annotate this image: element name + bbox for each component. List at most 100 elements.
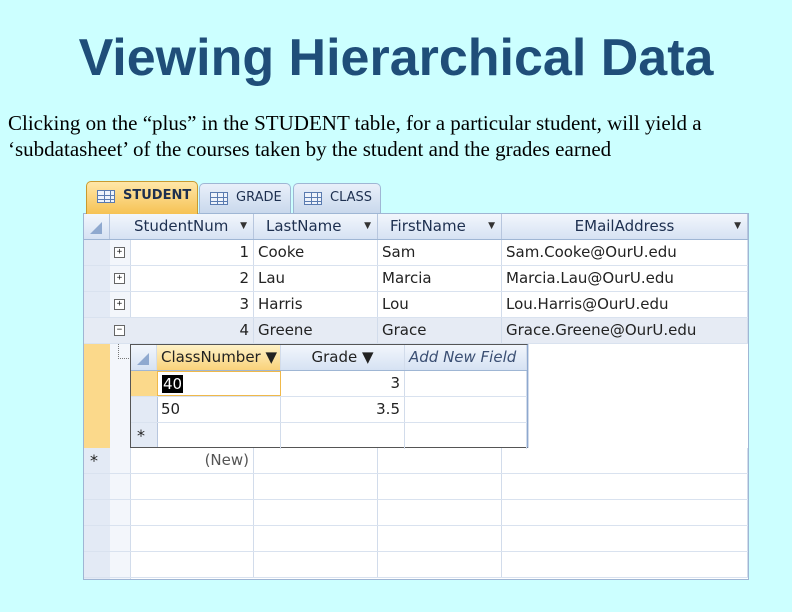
column-header-classnumber[interactable]: ClassNumber ▼ bbox=[157, 345, 281, 370]
expand-plus-icon[interactable]: + bbox=[114, 273, 125, 284]
cell-firstname[interactable]: Marcia bbox=[378, 266, 502, 291]
sub-select-all-button[interactable] bbox=[131, 345, 157, 370]
cell-studentnum[interactable]: 1 bbox=[130, 240, 254, 265]
column-label: FirstName bbox=[390, 217, 466, 235]
select-all-button[interactable] bbox=[84, 214, 110, 239]
cell-lastname[interactable]: Harris bbox=[254, 292, 378, 317]
table-row[interactable]: + 3 Harris Lou Lou.Harris@OurU.edu bbox=[84, 292, 748, 318]
cell-empty[interactable] bbox=[405, 397, 527, 422]
slide-title: Viewing Hierarchical Data bbox=[78, 29, 714, 87]
new-record-asterisk-icon: * bbox=[90, 451, 98, 470]
cell-lastname[interactable]: Greene bbox=[254, 318, 378, 343]
cell-empty bbox=[378, 552, 502, 577]
cell-grade[interactable]: 3 bbox=[281, 371, 405, 396]
sub-table-row[interactable]: 40 3 bbox=[131, 371, 527, 397]
table-icon bbox=[97, 190, 115, 203]
selected-text: 40 bbox=[162, 375, 184, 393]
cell-empty bbox=[502, 474, 748, 499]
column-label: EMailAddress bbox=[574, 217, 675, 235]
cell-empty[interactable] bbox=[157, 423, 281, 449]
cell-empty[interactable] bbox=[405, 423, 527, 449]
cell-email[interactable]: Lou.Harris@OurU.edu bbox=[502, 292, 748, 317]
tab-class[interactable]: CLASS bbox=[293, 183, 381, 213]
table-row[interactable]: + 1 Cooke Sam Sam.Cooke@OurU.edu bbox=[84, 240, 748, 266]
cell-studentnum[interactable]: 2 bbox=[130, 266, 254, 291]
cell-email[interactable]: Marcia.Lau@OurU.edu bbox=[502, 266, 748, 291]
cell-empty bbox=[378, 526, 502, 551]
column-header-email[interactable]: EMailAddress ▼ bbox=[502, 214, 748, 239]
cell-empty bbox=[130, 474, 254, 499]
dropdown-arrow-icon[interactable]: ▼ bbox=[240, 214, 247, 239]
student-datasheet: StudentNum ▼ LastName ▼ FirstName ▼ EMai… bbox=[83, 213, 749, 580]
table-icon bbox=[210, 192, 228, 205]
column-header-studentnum[interactable]: StudentNum ▼ bbox=[130, 214, 254, 239]
cell-classnumber[interactable]: 50 bbox=[157, 397, 281, 422]
cell-firstname[interactable]: Sam bbox=[378, 240, 502, 265]
empty-grid-row bbox=[84, 500, 748, 526]
column-label: Grade bbox=[311, 348, 358, 366]
cell-firstname[interactable]: Lou bbox=[378, 292, 502, 317]
empty-grid-row bbox=[84, 526, 748, 552]
sub-table-row[interactable]: 50 3.5 bbox=[131, 397, 527, 423]
cell-empty bbox=[130, 500, 254, 525]
cell-studentnum[interactable]: 4 bbox=[130, 318, 254, 343]
empty-grid-row bbox=[84, 552, 748, 578]
select-all-icon bbox=[90, 222, 102, 234]
column-label: StudentNum bbox=[134, 217, 229, 235]
cell-empty bbox=[378, 474, 502, 499]
slide-caption: Clicking on the “plus” in the STUDENT ta… bbox=[8, 111, 702, 161]
cell-lastname[interactable]: Cooke bbox=[254, 240, 378, 265]
cell-empty bbox=[130, 526, 254, 551]
cell-classnumber[interactable]: 40 bbox=[157, 371, 281, 396]
subdatasheet-area: ClassNumber ▼ Grade ▼ Add New Field 40 3… bbox=[118, 344, 748, 449]
cell-empty[interactable] bbox=[405, 371, 527, 396]
cell-empty bbox=[502, 500, 748, 525]
column-label: LastName bbox=[266, 217, 342, 235]
expand-plus-icon[interactable]: + bbox=[114, 247, 125, 258]
tab-label: STUDENT bbox=[123, 188, 192, 203]
collapse-minus-icon[interactable]: − bbox=[114, 325, 125, 336]
new-record-row[interactable]: * (New) bbox=[84, 448, 748, 474]
grade-subdatasheet: ClassNumber ▼ Grade ▼ Add New Field 40 3… bbox=[130, 344, 528, 449]
tab-label: GRADE bbox=[236, 190, 282, 205]
dropdown-arrow-icon[interactable]: ▼ bbox=[362, 348, 374, 366]
dropdown-arrow-icon[interactable]: ▼ bbox=[266, 348, 278, 366]
cell-empty[interactable] bbox=[378, 448, 502, 473]
empty-grid-row bbox=[84, 474, 748, 500]
cell-empty bbox=[130, 552, 254, 577]
cell-empty bbox=[502, 526, 748, 551]
new-record-asterisk-icon: * bbox=[137, 426, 145, 445]
column-header-lastname[interactable]: LastName ▼ bbox=[254, 214, 378, 239]
subdatasheet-blank-area bbox=[528, 344, 748, 448]
table-icon bbox=[304, 192, 322, 205]
tab-student[interactable]: STUDENT bbox=[86, 181, 198, 214]
cell-empty bbox=[254, 552, 378, 577]
cell-empty[interactable] bbox=[254, 448, 378, 473]
subdatasheet-header: ClassNumber ▼ Grade ▼ Add New Field bbox=[131, 345, 527, 371]
table-row-expanded[interactable]: − 4 Greene Grace Grace.Greene@OurU.edu bbox=[84, 318, 748, 344]
cell-new-studentnum[interactable]: (New) bbox=[130, 448, 254, 473]
tab-grade[interactable]: GRADE bbox=[199, 183, 291, 213]
cell-email[interactable]: Grace.Greene@OurU.edu bbox=[502, 318, 748, 343]
column-header-firstname[interactable]: FirstName ▼ bbox=[378, 214, 502, 239]
cell-email[interactable]: Sam.Cooke@OurU.edu bbox=[502, 240, 748, 265]
cell-firstname[interactable]: Grace bbox=[378, 318, 502, 343]
tab-label: CLASS bbox=[330, 190, 373, 205]
dropdown-arrow-icon[interactable]: ▼ bbox=[734, 214, 741, 239]
column-header-add-new-field[interactable]: Add New Field bbox=[405, 345, 527, 370]
dropdown-arrow-icon[interactable]: ▼ bbox=[364, 214, 371, 239]
dropdown-arrow-icon[interactable]: ▼ bbox=[488, 214, 495, 239]
column-label: ClassNumber bbox=[161, 348, 261, 366]
sub-new-record-row[interactable]: * bbox=[131, 423, 527, 449]
cell-grade[interactable]: 3.5 bbox=[281, 397, 405, 422]
cell-empty[interactable] bbox=[281, 423, 405, 449]
cell-empty bbox=[378, 500, 502, 525]
cell-empty bbox=[502, 552, 748, 577]
table-row[interactable]: + 2 Lau Marcia Marcia.Lau@OurU.edu bbox=[84, 266, 748, 292]
column-header-grade[interactable]: Grade ▼ bbox=[281, 345, 405, 370]
cell-lastname[interactable]: Lau bbox=[254, 266, 378, 291]
expand-plus-icon[interactable]: + bbox=[114, 299, 125, 310]
cell-empty[interactable] bbox=[502, 448, 748, 473]
cell-studentnum[interactable]: 3 bbox=[130, 292, 254, 317]
datasheet-header: StudentNum ▼ LastName ▼ FirstName ▼ EMai… bbox=[84, 214, 748, 240]
